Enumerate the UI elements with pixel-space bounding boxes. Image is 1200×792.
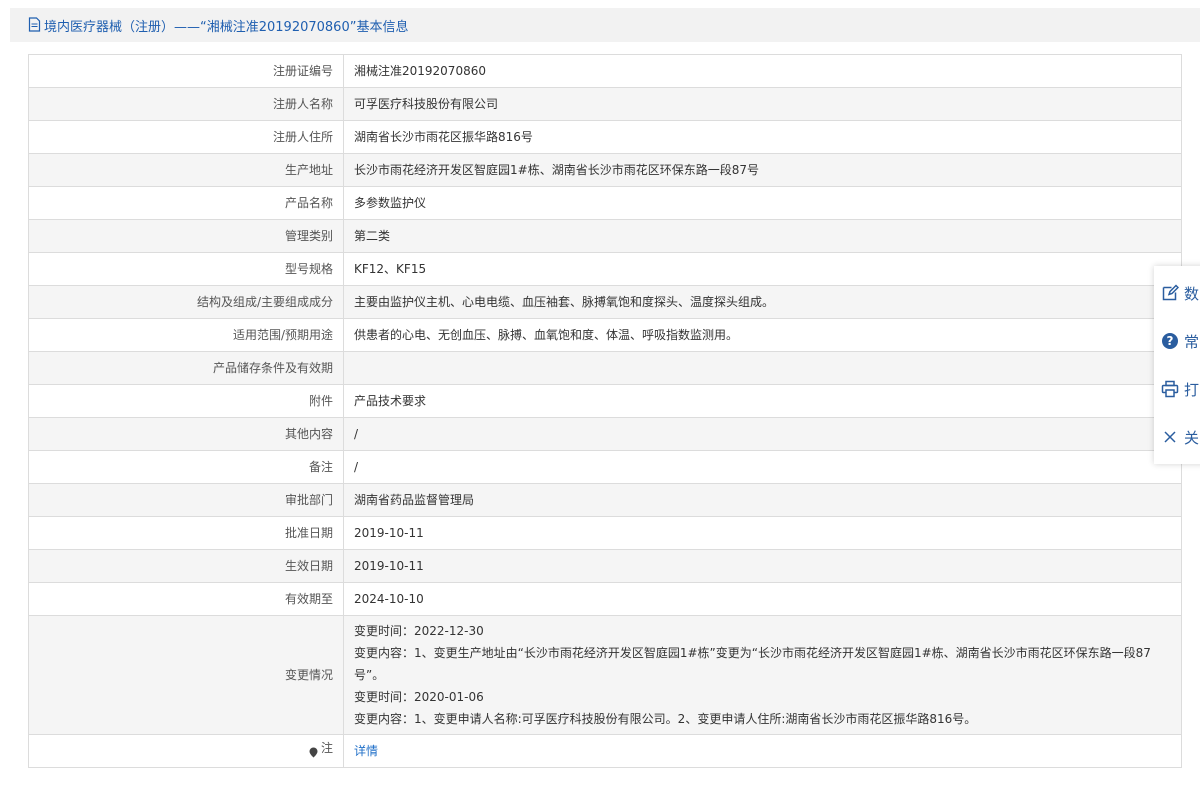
row-value: 供患者的心电、无创血压、脉搏、血氧饱和度、体温、呼吸指数监测用。: [343, 318, 1182, 352]
side-item-label: 打: [1184, 380, 1200, 399]
side-item-label: 数: [1184, 284, 1200, 303]
table-row: 产品储存条件及有效期: [28, 351, 1182, 385]
row-label: 备注: [28, 450, 344, 484]
row-value: [343, 351, 1182, 385]
print-icon: [1160, 379, 1180, 399]
row-label: 管理类别: [28, 219, 344, 253]
page-header: 境内医疗器械（注册）——“湘械注准20192070860”基本信息: [10, 8, 1200, 42]
help-icon: ?: [1160, 331, 1180, 351]
side-item-close[interactable]: 关: [1154, 414, 1200, 460]
table-row: 注册人名称 可孚医疗科技股份有限公司: [28, 87, 1182, 121]
document-icon: [28, 17, 42, 33]
edit-icon: [1160, 283, 1180, 303]
change-line: 变更时间：2020-01-06: [354, 690, 484, 704]
row-label: 审批部门: [28, 483, 344, 517]
row-value: 湖南省长沙市雨花区振华路816号: [343, 120, 1182, 154]
table-row: 结构及组成/主要组成成分 主要由监护仪主机、心电电缆、血压袖套、脉搏氧饱和度探头…: [28, 285, 1182, 319]
row-label: 结构及组成/主要组成成分: [28, 285, 344, 319]
details-link[interactable]: 详情: [354, 744, 378, 758]
side-item-faq[interactable]: ? 常: [1154, 318, 1200, 364]
row-label: 附件: [28, 384, 344, 418]
table-row: 注册证编号 湘械注准20192070860: [28, 54, 1182, 88]
info-table: 注册证编号 湘械注准20192070860 注册人名称 可孚医疗科技股份有限公司…: [28, 54, 1182, 768]
row-value: /: [343, 450, 1182, 484]
note-label-text: 注: [320, 741, 333, 756]
row-label: 产品储存条件及有效期: [28, 351, 344, 385]
row-value: 主要由监护仪主机、心电电缆、血压袖套、脉搏氧饱和度探头、温度探头组成。: [343, 285, 1182, 319]
table-row: 产品名称 多参数监护仪: [28, 186, 1182, 220]
row-value: 第二类: [343, 219, 1182, 253]
row-value: 2019-10-11: [343, 549, 1182, 583]
row-label: 产品名称: [28, 186, 344, 220]
row-value: KF12、KF15: [343, 252, 1182, 286]
page-title: 境内医疗器械（注册）——“湘械注准20192070860”基本信息: [44, 19, 409, 35]
row-value: 产品技术要求: [343, 384, 1182, 418]
table-row: 适用范围/预期用途 供患者的心电、无创血压、脉搏、血氧饱和度、体温、呼吸指数监测…: [28, 318, 1182, 352]
row-label: 注册证编号: [28, 54, 344, 88]
table-row: 生效日期 2019-10-11: [28, 549, 1182, 583]
table-row: 附件 产品技术要求: [28, 384, 1182, 418]
note-row: 注 详情: [28, 734, 1182, 768]
close-icon: [1160, 427, 1180, 447]
row-label: 有效期至: [28, 582, 344, 616]
row-label: 批准日期: [28, 516, 344, 550]
change-history-label: 变更情况: [28, 615, 344, 735]
note-label: 注: [309, 737, 333, 759]
table-row: 备注 /: [28, 450, 1182, 484]
side-item-print[interactable]: 打: [1154, 366, 1200, 412]
table-row: 生产地址 长沙市雨花经济开发区智庭园1#栋、湖南省长沙市雨花区环保东路一段87号: [28, 153, 1182, 187]
row-label: 其他内容: [28, 417, 344, 451]
row-value: 多参数监护仪: [343, 186, 1182, 220]
side-tool-panel: 数 ? 常 打 关: [1154, 266, 1200, 464]
row-value: 湘械注准20192070860: [343, 54, 1182, 88]
row-value: 2024-10-10: [343, 582, 1182, 616]
table-row: 注册人住所 湖南省长沙市雨花区振华路816号: [28, 120, 1182, 154]
change-line: 变更内容：1、变更生产地址由“长沙市雨花经济开发区智庭园1#栋”变更为“长沙市雨…: [354, 646, 1151, 682]
row-label: 生产地址: [28, 153, 344, 187]
table-row: 有效期至 2024-10-10: [28, 582, 1182, 616]
table-row: 型号规格 KF12、KF15: [28, 252, 1182, 286]
row-label: 生效日期: [28, 549, 344, 583]
row-value: /: [343, 417, 1182, 451]
row-value: 长沙市雨花经济开发区智庭园1#栋、湖南省长沙市雨花区环保东路一段87号: [343, 153, 1182, 187]
side-item-label: 常: [1184, 332, 1200, 351]
pin-icon: [309, 743, 318, 758]
change-line: 变更时间：2022-12-30: [354, 624, 484, 638]
svg-text:?: ?: [1167, 334, 1174, 348]
table-row: 批准日期 2019-10-11: [28, 516, 1182, 550]
table-row: 其他内容 /: [28, 417, 1182, 451]
row-label: 注册人名称: [28, 87, 344, 121]
note-label-cell: 注: [28, 734, 344, 768]
row-label: 适用范围/预期用途: [28, 318, 344, 352]
row-value: 可孚医疗科技股份有限公司: [343, 87, 1182, 121]
row-value: 2019-10-11: [343, 516, 1182, 550]
table-row: 管理类别 第二类: [28, 219, 1182, 253]
note-value: 详情: [343, 734, 1182, 768]
change-history-row: 变更情况 变更时间：2022-12-30 变更内容：1、变更生产地址由“长沙市雨…: [28, 615, 1182, 735]
row-value: 湖南省药品监督管理局: [343, 483, 1182, 517]
row-label: 型号规格: [28, 252, 344, 286]
change-history-value: 变更时间：2022-12-30 变更内容：1、变更生产地址由“长沙市雨花经济开发…: [343, 615, 1182, 735]
table-row: 审批部门 湖南省药品监督管理局: [28, 483, 1182, 517]
change-line: 变更内容：1、变更申请人名称:可孚医疗科技股份有限公司。2、变更申请人住所:湖南…: [354, 712, 977, 726]
row-label: 注册人住所: [28, 120, 344, 154]
info-table-container: 注册证编号 湘械注准20192070860 注册人名称 可孚医疗科技股份有限公司…: [28, 54, 1182, 768]
side-item-label: 关: [1184, 428, 1200, 447]
side-item-data[interactable]: 数: [1154, 270, 1200, 316]
